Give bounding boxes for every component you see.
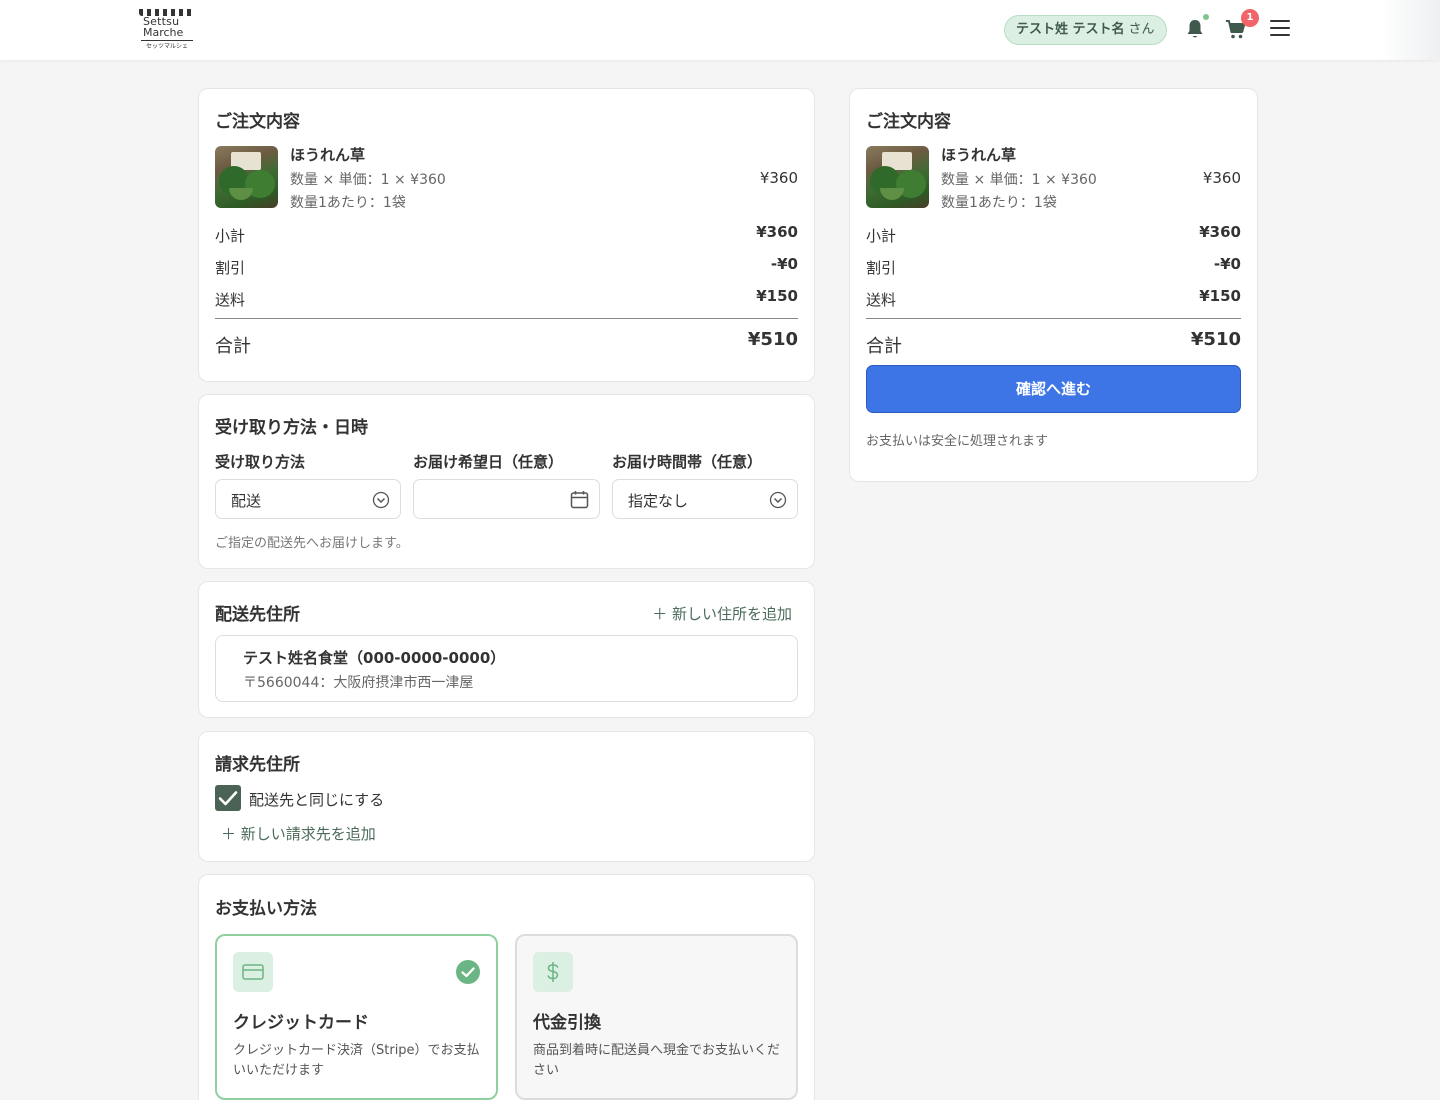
address-option[interactable]: テスト姓名食堂（000-0000-0000） 〒5660044：大阪府摂津市西一…	[215, 635, 798, 702]
user-name-chip[interactable]: テスト姓 テスト名 さん	[1004, 15, 1167, 45]
total-label: 合計	[215, 336, 251, 357]
subtotal-value: ¥360	[756, 223, 798, 241]
settsu-marche-logo[interactable]: Settsu Marche セッツマルシェ	[139, 9, 195, 50]
total-divider	[215, 318, 798, 319]
cod-title: 代金引換	[533, 1013, 601, 1033]
same-as-shipping-checkbox[interactable]	[215, 785, 241, 811]
method-select[interactable]: 配送	[215, 479, 401, 519]
pickup-card: 受け取り方法・日時 受け取り方法 お届け希望日（任意） お届け時間帯（任意） 配…	[198, 394, 815, 569]
total-value: ¥510	[1190, 329, 1241, 350]
product-line-total: ¥360	[1202, 169, 1241, 187]
dollar-icon	[533, 952, 573, 992]
sidebar-summary-card: ご注文内容 ほうれん草 数量 × 単価：1 × ¥360 数量1あたり：1袋 ¥…	[849, 88, 1258, 482]
top-header: Settsu Marche セッツマルシェ テスト姓 テスト名 さん 1	[0, 0, 1440, 60]
spinach-product-image	[866, 146, 929, 208]
credit-card-icon	[233, 952, 273, 992]
total-divider	[866, 318, 1241, 319]
payment-option-cod[interactable]: 代金引換 商品到着時に配送員へ現金でお支払いください	[515, 934, 798, 1100]
order-summary-title: ご注文内容	[215, 112, 300, 132]
discount-value: -¥0	[770, 255, 798, 273]
discount-value: -¥0	[1213, 255, 1241, 273]
subtotal-label: 小計	[866, 227, 897, 245]
product-unit: 数量1あたり：1袋	[941, 195, 1057, 211]
shipping-address-title: 配送先住所	[215, 605, 300, 625]
product-name: ほうれん草	[941, 146, 1017, 164]
date-input[interactable]	[413, 479, 600, 519]
spinach-product-image	[215, 146, 278, 208]
time-label: お届け時間帯（任意）	[612, 453, 763, 471]
calendar-icon[interactable]	[570, 490, 589, 509]
credit-card-title: クレジットカード	[233, 1013, 369, 1033]
time-select[interactable]: 指定なし	[612, 479, 798, 519]
total-value: ¥510	[747, 329, 798, 350]
add-address-link[interactable]: ＋ 新しい住所を追加	[652, 603, 792, 624]
checkmark-icon	[218, 791, 238, 806]
discount-label: 割引	[866, 259, 897, 277]
cod-desc: 商品到着時に配送員へ現金でお支払いください	[533, 1043, 781, 1078]
payment-option-credit-card[interactable]: クレジットカード クレジットカード決済（Stripe）でお支払いいただけます	[215, 934, 498, 1100]
date-label: お届け希望日（任意）	[413, 453, 564, 471]
bell-icon[interactable]	[1185, 18, 1205, 40]
subtotal-value: ¥360	[1199, 223, 1241, 241]
shipping-fee-label: 送料	[866, 291, 897, 309]
same-as-shipping-label[interactable]: 配送先と同じにする	[249, 789, 384, 810]
method-value: 配送	[231, 492, 262, 510]
product-name: ほうれん草	[290, 146, 366, 164]
billing-title: 請求先住所	[215, 755, 300, 775]
hamburger-menu-icon[interactable]	[1270, 20, 1292, 40]
pickup-title: 受け取り方法・日時	[215, 418, 368, 438]
total-label: 合計	[866, 336, 902, 357]
product-qty-price: 数量 × 単価：1 × ¥360	[941, 172, 1097, 188]
chevron-down-icon	[372, 491, 390, 509]
method-label: 受け取り方法	[215, 453, 306, 471]
user-suffix: さん	[1128, 22, 1155, 37]
payment-card: お支払い方法 クレジットカード クレジットカード決済（Stripe）でお支払いい…	[198, 874, 815, 1100]
secure-payment-note: お支払いは安全に処理されます	[866, 434, 1049, 449]
add-billing-link[interactable]: ＋ 新しい請求先を追加	[221, 823, 376, 844]
discount-label: 割引	[215, 259, 246, 277]
pickup-hint: ご指定の配送先へお届けします。	[215, 536, 409, 551]
shipping-fee-value: ¥150	[756, 287, 798, 305]
address-line: 〒5660044：大阪府摂津市西一津屋	[243, 675, 474, 691]
order-summary-card: ご注文内容 ほうれん草 数量 × 単価：1 × ¥360 数量1あたり：1袋 ¥…	[198, 88, 815, 382]
notification-dot	[1203, 14, 1209, 20]
logo-line2: Marche	[143, 26, 184, 39]
product-qty-price: 数量 × 単価：1 × ¥360	[290, 172, 446, 188]
chevron-down-icon	[769, 491, 787, 509]
shipping-fee-label: 送料	[215, 291, 246, 309]
header-fade	[1380, 0, 1440, 60]
shipping-address-card: 配送先住所 ＋ 新しい住所を追加 テスト姓名食堂（000-0000-0000） …	[198, 581, 815, 718]
payment-title: お支払い方法	[215, 899, 317, 919]
billing-card: 請求先住所 配送先と同じにする ＋ 新しい請求先を追加	[198, 731, 815, 862]
product-line-total: ¥360	[759, 169, 798, 187]
proceed-to-confirm-button[interactable]: 確認へ進む	[866, 365, 1241, 413]
product-unit: 数量1あたり：1袋	[290, 195, 406, 211]
sidebar-summary-title: ご注文内容	[866, 112, 951, 132]
user-name: テスト姓 テスト名	[1016, 22, 1125, 37]
time-value: 指定なし	[628, 492, 689, 510]
cart-count-badge: 1	[1241, 9, 1259, 27]
logo-sub: セッツマルシェ	[146, 43, 189, 50]
address-name: テスト姓名食堂（000-0000-0000）	[243, 649, 506, 667]
shipping-fee-value: ¥150	[1199, 287, 1241, 305]
selected-check-icon	[456, 960, 480, 984]
subtotal-label: 小計	[215, 227, 246, 245]
credit-card-desc: クレジットカード決済（Stripe）でお支払いいただけます	[233, 1043, 480, 1078]
